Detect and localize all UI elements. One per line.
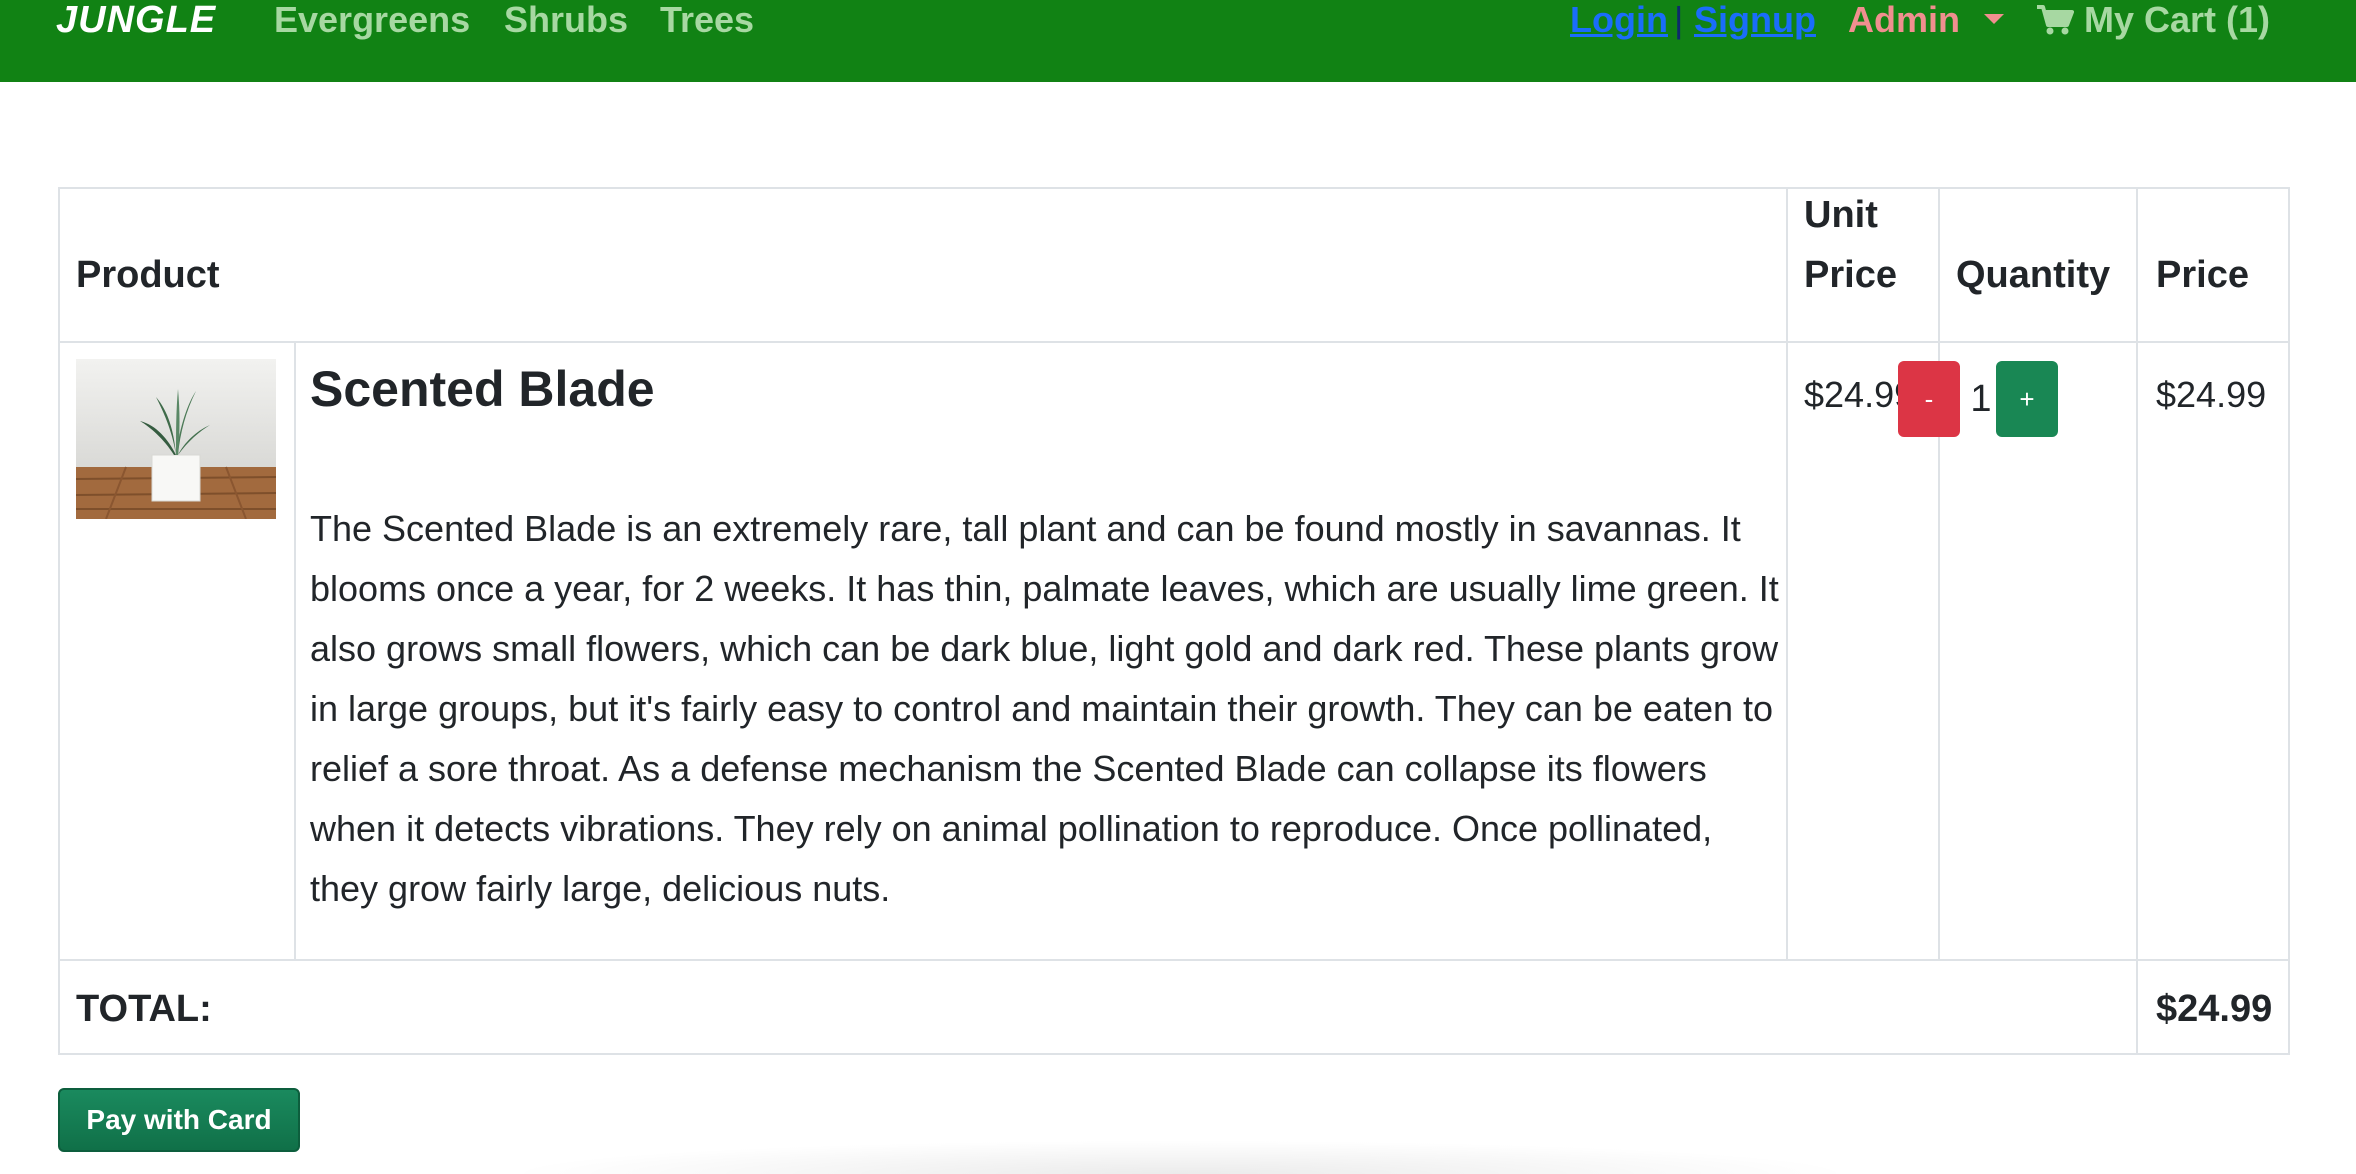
nav-link-trees[interactable]: Trees: [660, 0, 754, 40]
increase-quantity-button[interactable]: +: [1996, 361, 2058, 437]
product-image[interactable]: [76, 359, 276, 519]
header-divider: [60, 341, 2288, 343]
potted-plant-image: [76, 359, 276, 519]
total-value: $24.99: [2156, 988, 2273, 1030]
my-cart-label: My Cart (1): [2084, 0, 2271, 40]
my-cart-link[interactable]: My Cart (1): [2036, 0, 2270, 40]
product-description: The Scented Blade is an extremely rare, …: [310, 508, 1779, 909]
header-quantity: Quantity: [1956, 254, 2111, 296]
column-divider: [1938, 189, 1940, 959]
brand-logo[interactable]: JUNGLE: [56, 0, 216, 40]
header-product: Product: [76, 254, 220, 296]
shopping-cart-icon: [2037, 5, 2074, 35]
header-price: Price: [2156, 254, 2249, 296]
bottom-shadow: [500, 1140, 1860, 1174]
nav-link-evergreens[interactable]: Evergreens: [274, 0, 470, 40]
total-divider: [60, 959, 2288, 961]
quantity-value: 1: [1970, 378, 1992, 420]
auth-separator: |: [1674, 0, 1684, 40]
column-divider: [2136, 189, 2138, 1053]
header-unit-price-line1: Unit: [1804, 194, 1878, 236]
decrease-quantity-button[interactable]: -: [1898, 361, 1960, 437]
total-label: TOTAL:: [76, 988, 212, 1030]
column-divider: [294, 341, 296, 959]
product-name[interactable]: Scented Blade: [310, 359, 655, 419]
signup-link[interactable]: Signup: [1694, 0, 1816, 40]
cart-table: Product Unit Price Quantity Price Scente…: [58, 187, 2290, 1055]
pay-with-card-button[interactable]: Pay with Card: [58, 1088, 300, 1152]
caret-down-icon[interactable]: [1984, 14, 2004, 24]
header-unit-price-line2: Price: [1804, 254, 1897, 296]
navbar: JUNGLE Evergreens Shrubs Trees Login | S…: [0, 0, 2356, 82]
nav-link-shrubs[interactable]: Shrubs: [504, 0, 628, 40]
admin-dropdown[interactable]: Admin: [1848, 0, 1960, 40]
login-link[interactable]: Login: [1570, 0, 1668, 40]
line-price: $24.99: [2156, 374, 2267, 415]
